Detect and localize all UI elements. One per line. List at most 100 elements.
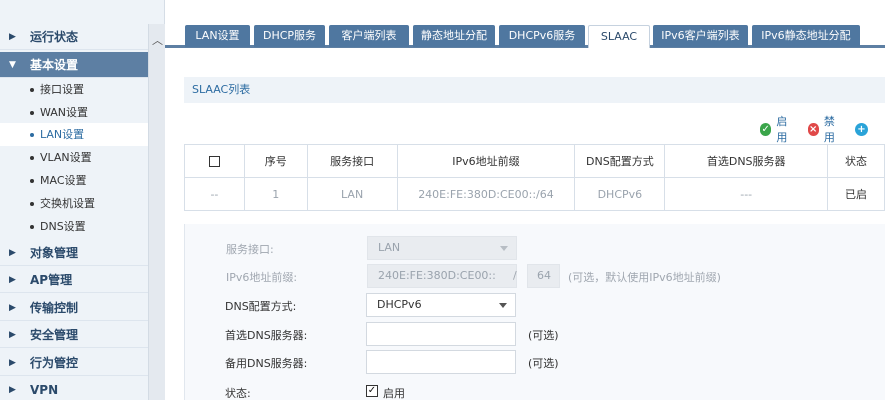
table-actions: ✓ 启用 × 禁用 + <box>760 115 885 144</box>
tab-dhcp-service[interactable]: DHCP服务 <box>254 25 325 47</box>
plus-circle-icon: + <box>855 122 868 136</box>
sidebar-category-ap[interactable]: ▶ AP管理 <box>0 267 148 293</box>
tab-bar: LAN设置 DHCP服务 客户端列表 静态地址分配 DHCPv6服务 SLAAC… <box>165 0 885 48</box>
add-button[interactable]: + <box>855 122 873 136</box>
sidebar-item-label: LAN设置 <box>40 128 85 141</box>
sidebar: ▶ 运行状态 ▼ 基本设置 接口设置 WAN设置 LAN设置 VLAN设置 MA… <box>0 0 165 400</box>
dns-mode-value: DHCPv6 <box>377 298 422 311</box>
chevron-right-icon: ▶ <box>9 275 16 285</box>
sidebar-category-basic-settings[interactable]: ▼ 基本设置 <box>0 52 148 78</box>
sidebar-category-behavior[interactable]: ▶ 行为管控 <box>0 350 148 376</box>
enable-label: 启用 <box>776 115 788 144</box>
tab-ipv6-static-address[interactable]: IPv6静态地址分配 <box>752 25 860 47</box>
tab-client-list[interactable]: 客户端列表 <box>329 25 409 47</box>
form-row-dns-backup: 备用DNS服务器: (可选) <box>184 350 885 374</box>
sidebar-category-security[interactable]: ▶ 安全管理 <box>0 322 148 348</box>
column-header-dns-mode: DNS配置方式 <box>574 144 666 178</box>
chevron-down-icon: ▼ <box>9 60 16 70</box>
dropdown-arrow-icon <box>500 246 508 251</box>
bullet-icon <box>30 111 34 115</box>
sidebar-item-lan[interactable]: LAN设置 <box>0 123 148 146</box>
tab-lan-settings[interactable]: LAN设置 <box>185 25 250 47</box>
router-admin-window: ▶ 运行状态 ▼ 基本设置 接口设置 WAN设置 LAN设置 VLAN设置 MA… <box>0 0 885 400</box>
chevron-right-icon: ▶ <box>9 32 16 42</box>
select-all-checkbox[interactable] <box>208 156 220 167</box>
column-header-status: 状态 <box>827 144 885 178</box>
tab-dhcpv6-service[interactable]: DHCPv6服务 <box>499 25 585 47</box>
dns-primary-input[interactable] <box>366 322 516 346</box>
form-row-status: 状态: ✓ 启用 <box>184 380 885 400</box>
check-circle-icon: ✓ <box>760 122 772 136</box>
cell-index: 1 <box>243 177 308 211</box>
prefix-input[interactable]: 240E:FE:380D:CE00:: <box>367 264 517 288</box>
sidebar-category-objects[interactable]: ▶ 对象管理 <box>0 240 148 266</box>
status-checkbox[interactable]: ✓ <box>366 385 378 397</box>
dns-primary-label: 首选DNS服务器: <box>225 329 308 342</box>
sidebar-item-label: DNS设置 <box>40 220 86 233</box>
sidebar-item-wan[interactable]: WAN设置 <box>0 101 148 124</box>
interface-value: LAN <box>378 241 401 254</box>
form-row-prefix: IPv6地址前缀: 240E:FE:380D:CE00:: / 64 (可选，默… <box>185 264 885 288</box>
tab-slaac[interactable]: SLAAC <box>588 25 650 48</box>
prefix-value: 240E:FE:380D:CE00:: <box>378 269 496 282</box>
sidebar-item-dns[interactable]: DNS设置 <box>0 215 148 238</box>
prefix-hint: (可选，默认使用IPv6地址前缀) <box>568 271 721 284</box>
enable-button[interactable]: ✓ 启用 <box>760 113 796 145</box>
dns-backup-label: 备用DNS服务器: <box>225 357 308 370</box>
prefix-separator: / <box>513 269 517 282</box>
dns-mode-select[interactable]: DHCPv6 <box>366 293 516 317</box>
sidebar-item-mac[interactable]: MAC设置 <box>0 169 148 192</box>
sidebar-category-label: 安全管理 <box>30 328 79 342</box>
prefix-length-value: 64 <box>537 269 551 282</box>
column-header-index: 序号 <box>243 144 308 178</box>
tab-static-address[interactable]: 静态地址分配 <box>413 25 495 47</box>
dns-backup-hint: (可选) <box>528 357 559 370</box>
form-row-interface: 服务接口: LAN <box>185 236 885 260</box>
sidebar-item-vlan[interactable]: VLAN设置 <box>0 146 148 169</box>
chevron-right-icon: ▶ <box>9 385 16 395</box>
sidebar-scrollbar[interactable]: ︿ <box>148 24 165 400</box>
prefix-length-input[interactable]: 64 <box>527 264 560 288</box>
prefix-label: IPv6地址前缀: <box>226 271 298 284</box>
bullet-icon <box>30 225 34 229</box>
cell-interface: LAN <box>306 177 398 211</box>
column-header-interface: 服务接口 <box>306 144 398 178</box>
bullet-icon <box>30 202 34 206</box>
sidebar-item-interface[interactable]: 接口设置 <box>0 78 148 101</box>
form-row-dns-configuration: DNS配置方式: DHCPv6 <box>184 293 885 317</box>
status-label: 状态: <box>225 387 251 400</box>
bullet-icon <box>30 179 34 183</box>
chevron-right-icon: ▶ <box>9 358 16 368</box>
chevron-right-icon: ▶ <box>9 248 16 258</box>
status-checkbox-label: 启用 <box>383 387 405 400</box>
cell-prefix: 240E:FE:380D:CE00::/64 <box>396 177 576 211</box>
disable-button[interactable]: × 禁用 <box>807 113 844 145</box>
dns-backup-input[interactable] <box>366 350 516 374</box>
cell-dns-mode: DHCPv6 <box>574 177 666 211</box>
sidebar-category-label: 传输控制 <box>30 301 79 315</box>
cell-status: 已启 <box>827 177 885 211</box>
sidebar-category-label: 行为管控 <box>30 356 79 370</box>
dns-primary-hint: (可选) <box>528 329 559 342</box>
chevron-right-icon: ▶ <box>9 303 16 313</box>
cell-dns-primary: --- <box>664 177 829 211</box>
chevron-right-icon: ▶ <box>9 330 16 340</box>
main-content: SLAAC列表 ✓ 启用 × 禁用 + 序号 服务接口 IPv6地址前缀 DNS… <box>165 48 885 400</box>
interface-label: 服务接口: <box>226 243 274 256</box>
chevron-up-icon[interactable]: ︿ <box>152 32 163 48</box>
bullet-icon <box>30 133 34 137</box>
sidebar-item-switch[interactable]: 交换机设置 <box>0 192 148 215</box>
disable-label: 禁用 <box>823 115 835 144</box>
sidebar-category-label: 基本设置 <box>30 58 79 72</box>
table-row[interactable]: -- 1 LAN 240E:FE:380D:CE00::/64 DHCPv6 -… <box>184 177 885 211</box>
tab-ipv6-client-list[interactable]: IPv6客户端列表 <box>653 25 748 47</box>
sidebar-category-vpn[interactable]: ▶ VPN <box>0 377 148 400</box>
sidebar-item-label: MAC设置 <box>40 174 87 187</box>
sidebar-category-status[interactable]: ▶ 运行状态 <box>0 24 148 50</box>
sidebar-item-label: 交换机设置 <box>40 197 95 210</box>
select-all-checkbox-cell[interactable] <box>184 144 245 178</box>
column-header-prefix: IPv6地址前缀 <box>396 144 576 178</box>
x-circle-icon: × <box>807 122 819 136</box>
sidebar-category-transport[interactable]: ▶ 传输控制 <box>0 295 148 321</box>
interface-select[interactable]: LAN <box>367 236 517 260</box>
